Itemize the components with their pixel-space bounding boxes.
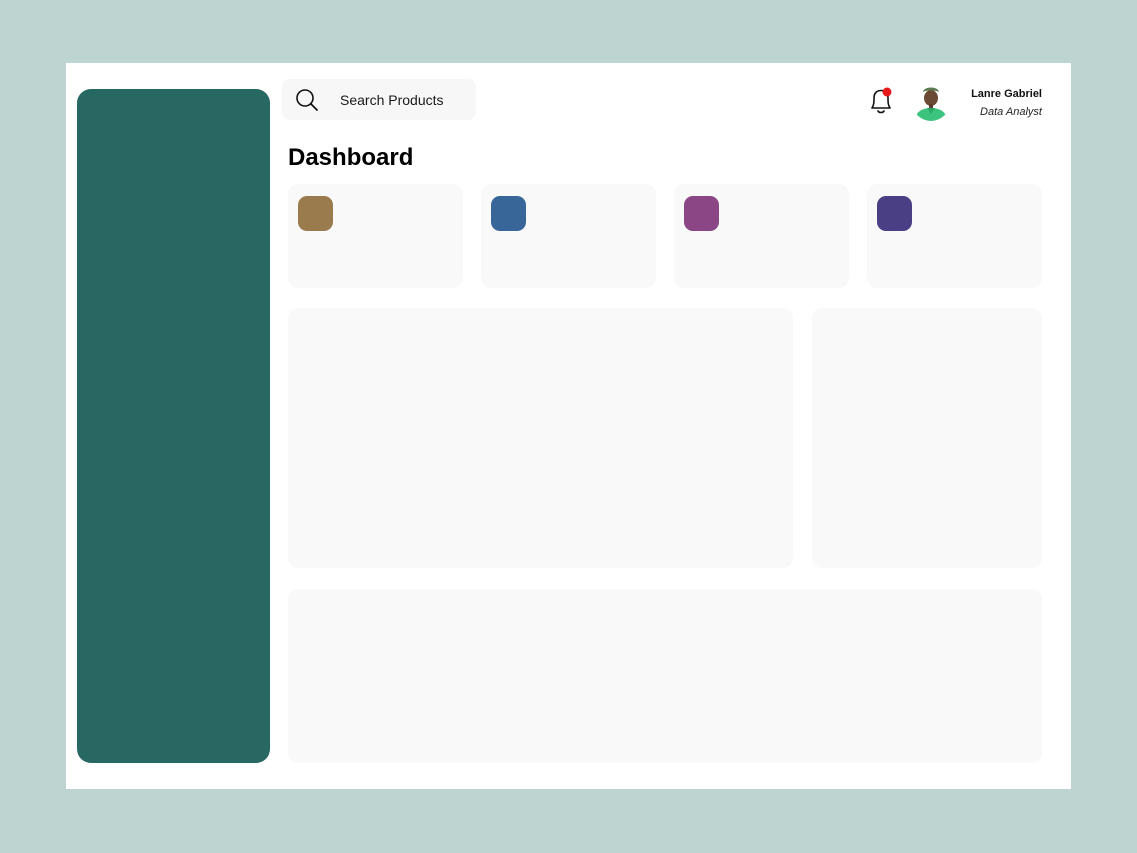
search-bar[interactable]: Search Products — [282, 79, 476, 120]
page-title: Dashboard — [288, 144, 414, 171]
stat-card[interactable] — [481, 184, 656, 288]
stat-card[interactable] — [867, 184, 1042, 288]
search-icon — [296, 89, 318, 111]
stat-card-icon — [491, 196, 526, 231]
user-role: Data Analyst — [980, 106, 1042, 118]
notification-dot — [882, 87, 892, 97]
app-frame: Search Products Lanre Gabriel Data Analy… — [66, 63, 1071, 789]
stat-card-icon — [684, 196, 719, 231]
side-panel — [812, 308, 1042, 568]
bottom-panel — [288, 589, 1042, 763]
avatar-image — [912, 83, 950, 121]
user-name: Lanre Gabriel — [971, 88, 1042, 100]
stat-card-icon — [298, 196, 333, 231]
stat-card[interactable] — [674, 184, 849, 288]
bell-icon[interactable] — [868, 86, 894, 116]
stat-card-icon — [877, 196, 912, 231]
main-chart-panel — [288, 308, 793, 568]
stat-card[interactable] — [288, 184, 463, 288]
avatar[interactable] — [912, 83, 950, 121]
search-placeholder[interactable]: Search Products — [340, 91, 444, 109]
user-info[interactable]: Lanre Gabriel Data Analyst — [962, 86, 1042, 120]
sidebar — [77, 89, 270, 763]
